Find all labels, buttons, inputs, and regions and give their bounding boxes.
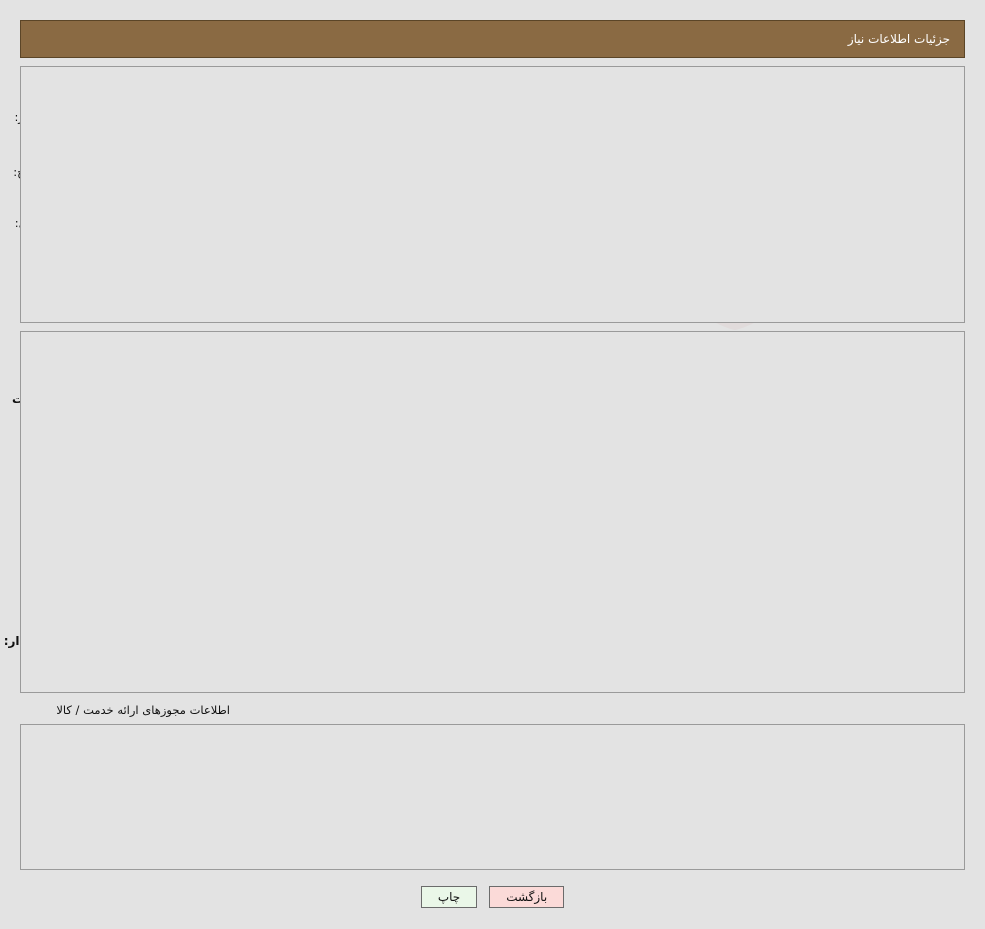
print-button[interactable]: چاپ <box>420 886 478 908</box>
action-button-bar: بازگشت چاپ <box>0 886 985 908</box>
back-button[interactable]: بازگشت <box>489 886 565 908</box>
permits-caption: اطلاعات مجوزهای ارائه خدمت / کالا <box>56 703 230 717</box>
page-title: جزئیات اطلاعات نیاز <box>847 32 950 46</box>
services-panel <box>20 331 965 693</box>
permits-panel <box>20 724 965 870</box>
need-info-panel <box>20 66 965 323</box>
page-header: جزئیات اطلاعات نیاز <box>20 20 965 58</box>
